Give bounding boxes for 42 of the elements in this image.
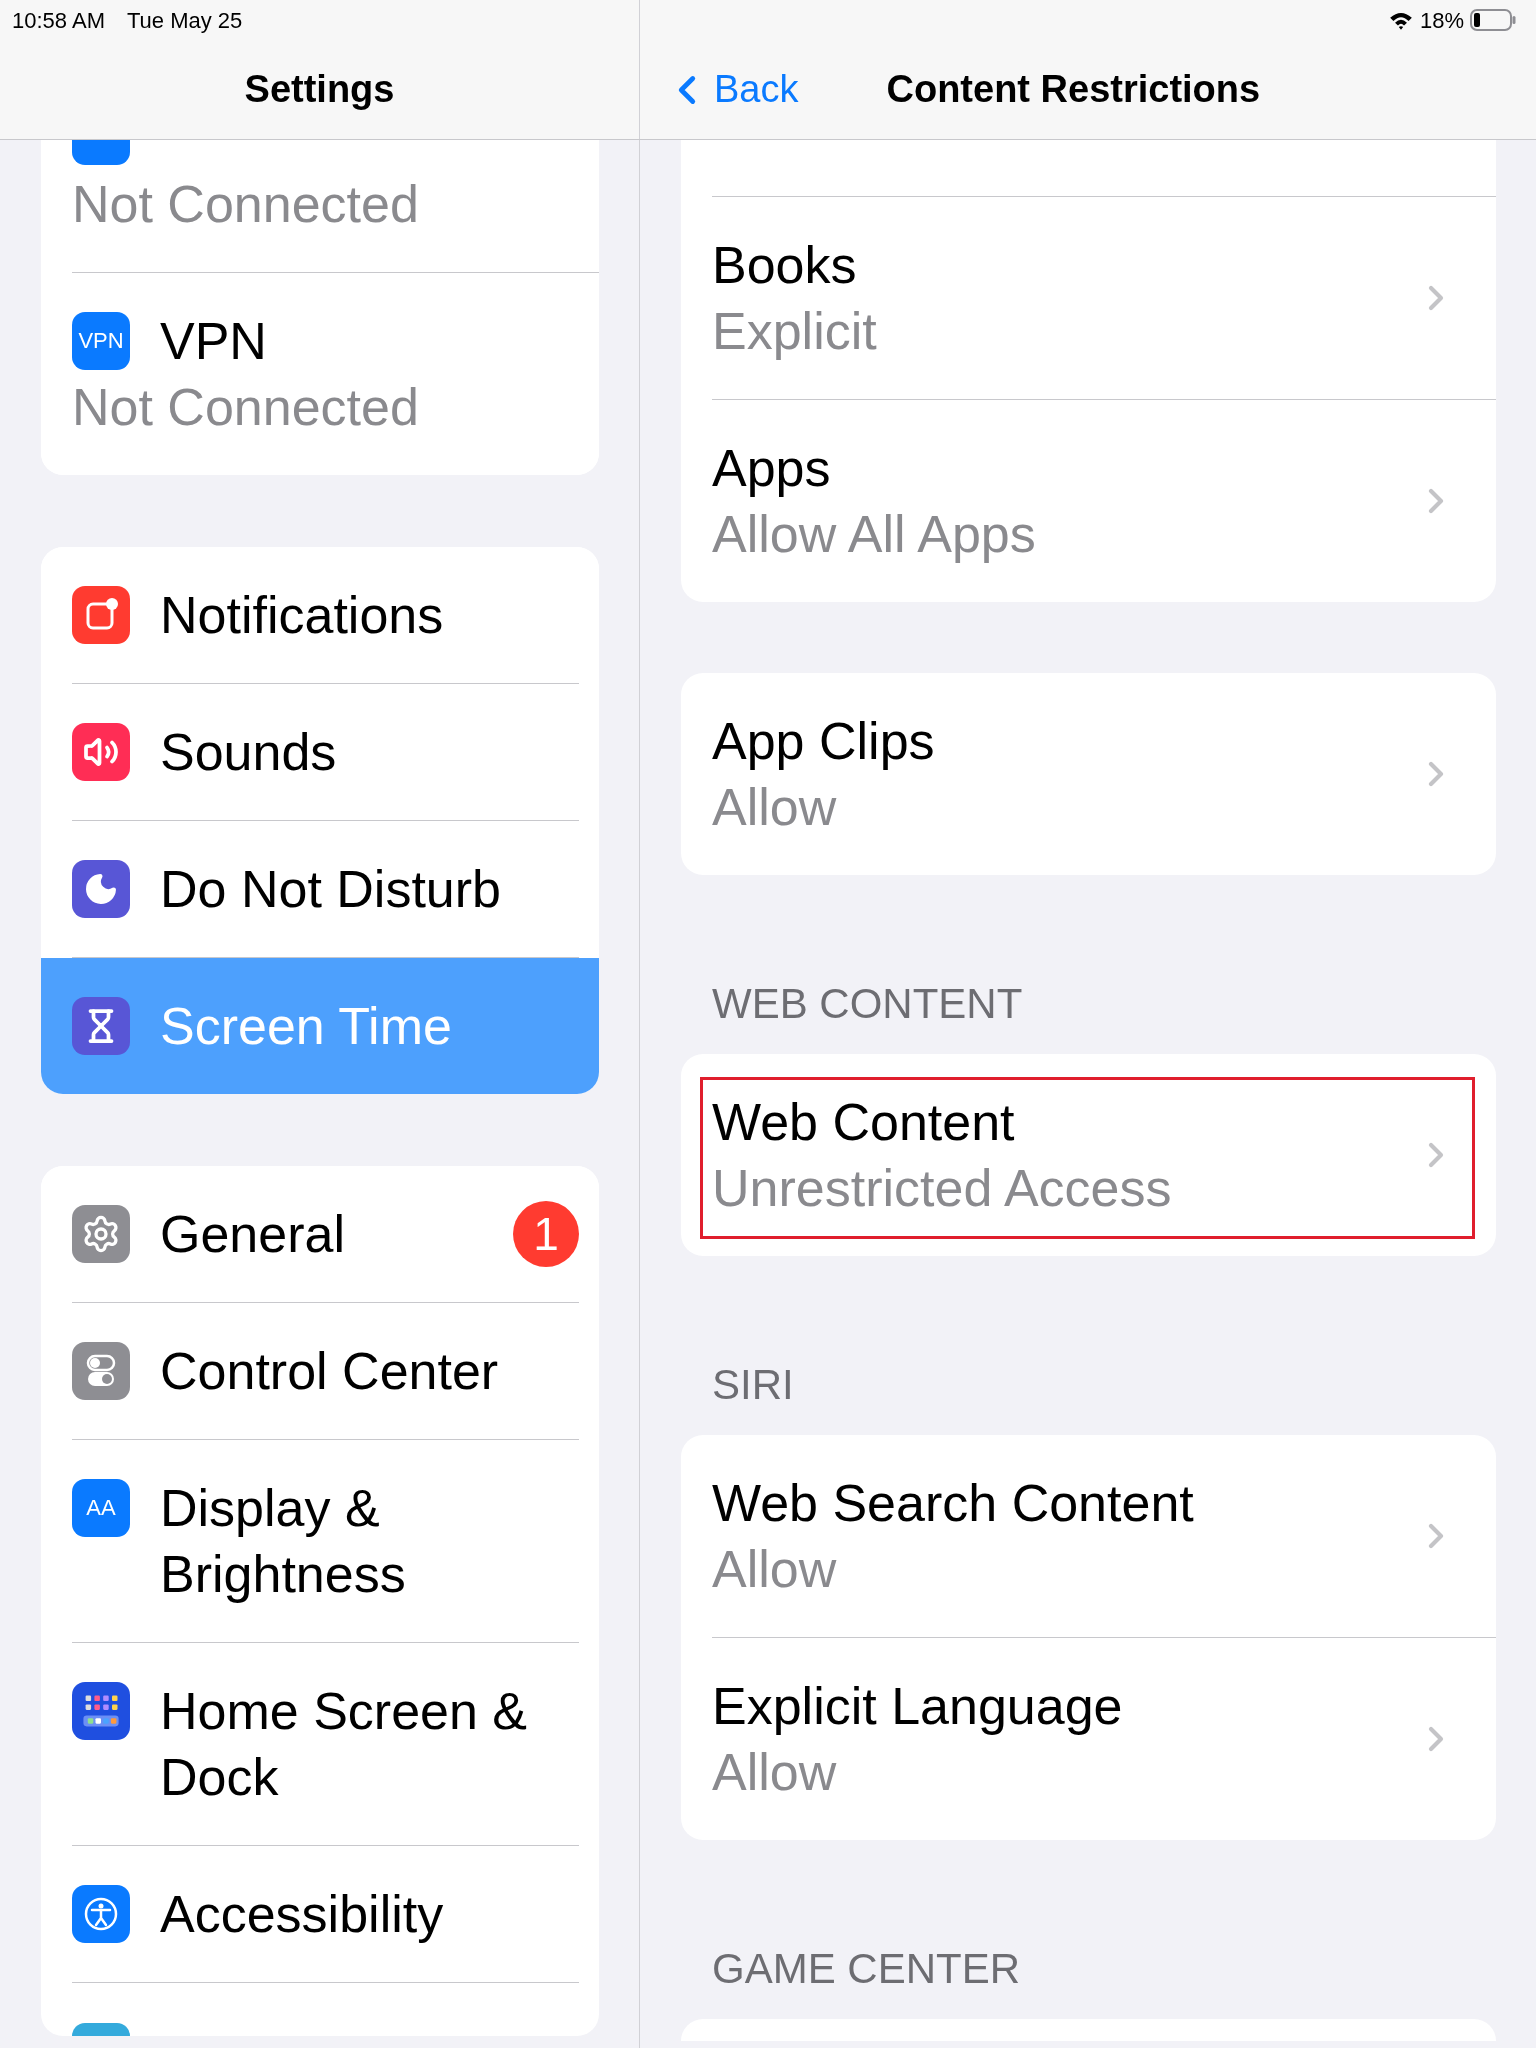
settings-row[interactable]: Web Content Unrestricted Access bbox=[681, 1054, 1496, 1256]
battery-percent: 18% bbox=[1419, 6, 1464, 35]
settings-row[interactable]: App Clips Allow bbox=[681, 673, 1496, 875]
item-label: Accessibility bbox=[160, 1884, 444, 1945]
item-subtitle: Not Connected bbox=[72, 377, 420, 438]
section-header: GAME CENTER bbox=[711, 1944, 1022, 1994]
page-title: Content Restrictions bbox=[886, 67, 1261, 112]
item-label: VPN bbox=[160, 311, 267, 372]
vpn-icon: VPN bbox=[72, 312, 130, 370]
item-label: Notifications bbox=[160, 585, 444, 646]
row-title: Books bbox=[712, 235, 858, 296]
item-subtitle: Not Connected bbox=[72, 174, 420, 235]
row-title: Web Content bbox=[712, 1092, 1016, 1153]
row-value: Allow All Apps bbox=[712, 504, 1037, 565]
settings-row[interactable]: Explicit Language Allow bbox=[681, 1638, 1496, 1840]
settings-row[interactable]: Web Search Content Allow bbox=[681, 1435, 1496, 1638]
status-time: 10:58 AM bbox=[12, 6, 105, 35]
sidebar-title: Settings bbox=[244, 67, 395, 112]
section-header: WEB CONTENT bbox=[711, 979, 1024, 1029]
display-icon: AA bbox=[72, 1479, 130, 1537]
row-value: Allow bbox=[712, 1539, 838, 1600]
item-label: General bbox=[160, 1204, 345, 1265]
item-label: Sounds bbox=[160, 722, 337, 783]
item-label: Screen Time bbox=[160, 996, 452, 1057]
settings-row[interactable]: Apps Allow All Apps bbox=[681, 400, 1496, 602]
row-value: Allow bbox=[712, 777, 838, 838]
row-title: Explicit Language bbox=[712, 1676, 1124, 1737]
notification-badge: 1 bbox=[513, 1201, 579, 1267]
section-header: SIRI bbox=[711, 1360, 795, 1410]
status-date: Tue May 25 bbox=[126, 6, 243, 35]
row-value: Explicit bbox=[712, 301, 878, 362]
item-label: Control Center bbox=[160, 1341, 499, 1402]
row-value: Unrestricted Access bbox=[712, 1158, 1173, 1219]
row-value: Allow bbox=[712, 1742, 838, 1803]
item-label: Home Screen & Dock bbox=[160, 1681, 529, 1808]
item-label: Display & Brightness bbox=[160, 1478, 407, 1605]
back-button[interactable]: Back bbox=[640, 61, 799, 118]
item-label: Do Not Disturb bbox=[160, 859, 501, 920]
row-title: Web Search Content bbox=[712, 1473, 1195, 1534]
row-title: App Clips bbox=[712, 711, 936, 772]
row-title: Apps bbox=[712, 438, 832, 499]
settings-row[interactable]: Books Explicit bbox=[681, 197, 1496, 400]
